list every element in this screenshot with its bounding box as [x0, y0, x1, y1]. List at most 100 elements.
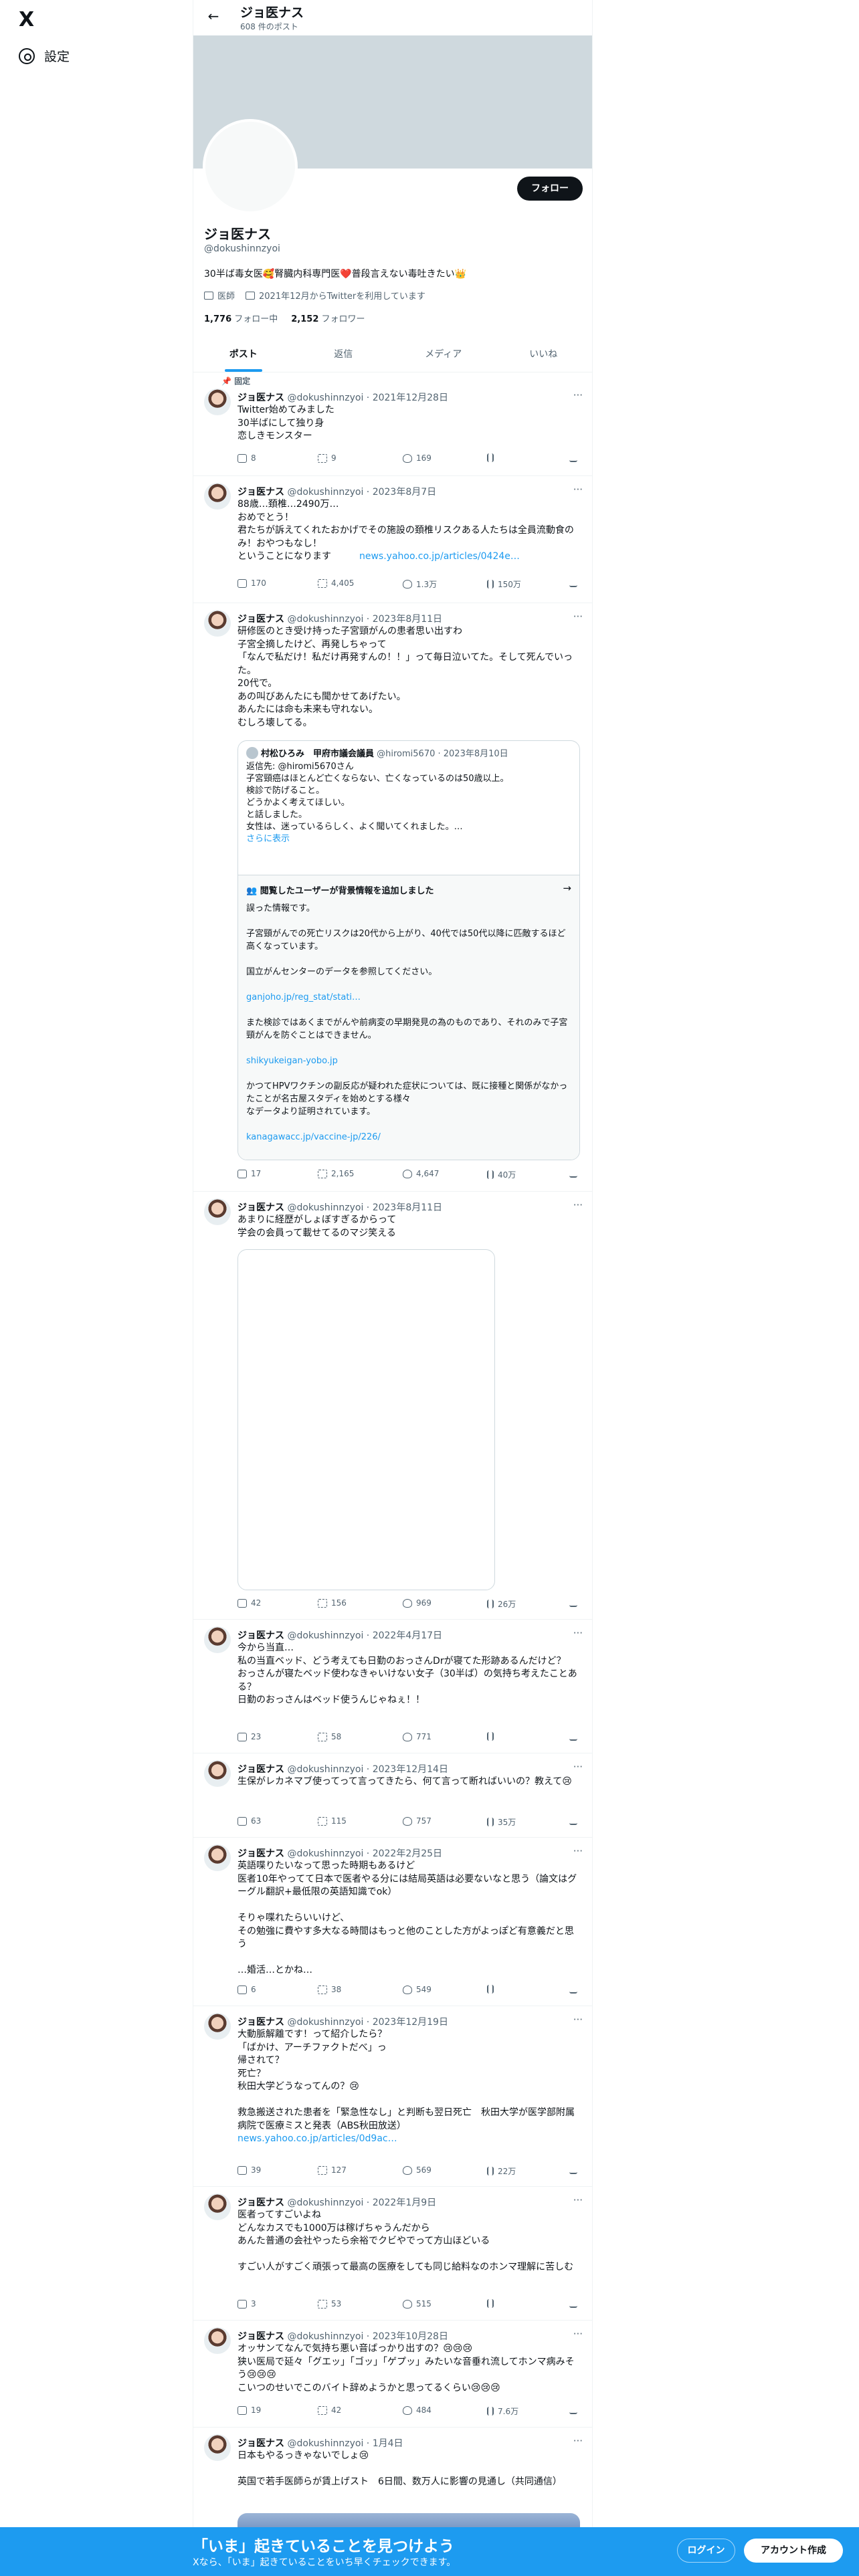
views-button[interactable]: [487, 1985, 498, 1994]
views-button[interactable]: 7.6万: [487, 2405, 518, 2417]
settings-nav-item[interactable]: 設定: [19, 47, 70, 65]
views-button[interactable]: [487, 2299, 498, 2308]
more-options-icon[interactable]: ···: [573, 1199, 583, 1211]
like-button[interactable]: 4,647: [403, 1169, 439, 1178]
tweet-meta[interactable]: @dokushinnzyoi · 1月4日: [284, 2438, 403, 2449]
reply-button[interactable]: 8: [237, 453, 256, 463]
tweet-author[interactable]: ジョ医ナス: [237, 2017, 284, 2028]
tweet-meta[interactable]: @dokushinnzyoi · 2023年10月28日: [284, 2331, 448, 2342]
tweet[interactable]: ジョ医ナス @dokushinnzyoi · 2023年10月28日 ··· オ…: [193, 2321, 592, 2428]
tweet[interactable]: ジョ医ナス @dokushinnzyoi · 2023年8月11日 ··· 研修…: [193, 603, 592, 1192]
retweet-button[interactable]: 127: [318, 2165, 347, 2175]
tweet-meta[interactable]: @dokushinnzyoi · 2022年2月25日: [284, 1848, 442, 1859]
retweet-button[interactable]: 53: [318, 2299, 341, 2309]
profile-avatar[interactable]: [203, 119, 298, 214]
avatar[interactable]: [204, 389, 231, 415]
like-button[interactable]: 549: [403, 1985, 432, 1994]
views-button[interactable]: 40万: [487, 1169, 516, 1180]
avatar[interactable]: [204, 1198, 231, 1225]
avatar[interactable]: [204, 1626, 231, 1653]
more-options-icon[interactable]: ···: [573, 1845, 583, 1857]
like-button[interactable]: 771: [403, 1732, 432, 1741]
reply-button[interactable]: 170: [237, 578, 266, 588]
retweet-button[interactable]: 115: [318, 1816, 347, 1826]
avatar[interactable]: [204, 1844, 231, 1871]
tweet-link[interactable]: news.yahoo.co.jp/articles/0d9ac…: [237, 2133, 397, 2144]
views-button[interactable]: 150万: [487, 578, 521, 590]
like-button[interactable]: 484: [403, 2405, 432, 2415]
share-button[interactable]: [569, 1169, 577, 1178]
tweet[interactable]: ジョ医ナス @dokushinnzyoi · 2022年4月17日 ··· 今か…: [193, 1620, 592, 1753]
tweet-author[interactable]: ジョ医ナス: [237, 2438, 284, 2449]
tweet-meta[interactable]: @dokushinnzyoi · 2023年12月14日: [284, 1764, 448, 1775]
note-link-3[interactable]: kanagawacc.jp/vaccine-jp/226/: [246, 1132, 381, 1142]
reply-button[interactable]: 3: [237, 2299, 256, 2309]
tweet[interactable]: ジョ医ナス @dokushinnzyoi · 2023年12月14日 ··· 生…: [193, 1753, 592, 1838]
share-button[interactable]: [569, 1816, 577, 1825]
like-button[interactable]: 757: [403, 1816, 432, 1826]
share-button[interactable]: [569, 2165, 577, 2174]
reply-button[interactable]: 17: [237, 1169, 261, 1178]
views-button[interactable]: [487, 453, 498, 462]
more-options-icon[interactable]: ···: [573, 2328, 583, 2340]
share-button[interactable]: [569, 1598, 577, 1607]
tweet-meta[interactable]: @dokushinnzyoi · 2022年1月9日: [284, 2197, 436, 2208]
share-button[interactable]: [569, 2405, 577, 2414]
tweet-author[interactable]: ジョ医ナス: [237, 487, 284, 498]
tab-likes[interactable]: いいね: [494, 337, 593, 372]
avatar[interactable]: [204, 1760, 231, 1787]
share-button[interactable]: [569, 453, 577, 462]
more-options-icon[interactable]: ···: [573, 389, 583, 401]
share-button[interactable]: [569, 1985, 577, 1994]
more-options-icon[interactable]: ···: [573, 2435, 583, 2447]
note-link-1[interactable]: ganjoho.jp/reg_stat/stati…: [246, 992, 361, 1002]
like-button[interactable]: 515: [403, 2299, 432, 2309]
more-options-icon[interactable]: ···: [573, 611, 583, 623]
avatar[interactable]: [204, 610, 231, 637]
reply-button[interactable]: 19: [237, 2405, 261, 2415]
share-button[interactable]: [569, 1732, 577, 1741]
retweet-button[interactable]: 42: [318, 2405, 341, 2415]
note-link-2[interactable]: shikyukeigan-yobo.jp: [246, 1056, 338, 1066]
views-button[interactable]: 22万: [487, 2165, 516, 2177]
views-button[interactable]: 35万: [487, 1816, 516, 1828]
tab-posts[interactable]: ポスト: [193, 337, 294, 372]
login-button[interactable]: ログイン: [677, 2539, 735, 2563]
like-button[interactable]: 169: [403, 453, 432, 463]
more-options-icon[interactable]: ···: [573, 2194, 583, 2206]
tweet[interactable]: ジョ医ナス @dokushinnzyoi · 2023年12月19日 ··· 大…: [193, 2006, 592, 2187]
tweet-link[interactable]: news.yahoo.co.jp/articles/0424e…: [359, 551, 520, 562]
tweet[interactable]: ジョ医ナス @dokushinnzyoi · 2023年8月7日 ··· 88歳…: [193, 476, 592, 603]
views-button[interactable]: [487, 1732, 498, 1741]
retweet-button[interactable]: 9: [318, 453, 337, 463]
retweet-button[interactable]: 38: [318, 1985, 341, 1994]
tweet-meta[interactable]: @dokushinnzyoi · 2021年12月28日: [284, 393, 448, 403]
tweet[interactable]: 📌 固定 ジョ医ナス @dokushinnzyoi · 2021年12月28日 …: [193, 372, 592, 476]
signup-button[interactable]: アカウント作成: [744, 2539, 843, 2563]
tweet-author[interactable]: ジョ医ナス: [237, 1848, 284, 1859]
show-more-link[interactable]: さらに表示: [246, 834, 290, 844]
tweet-author[interactable]: ジョ医ナス: [237, 614, 284, 625]
retweet-button[interactable]: 156: [318, 1598, 347, 1608]
tweet-meta[interactable]: @dokushinnzyoi · 2022年4月17日: [284, 1630, 442, 1641]
like-button[interactable]: 1.3万: [403, 578, 437, 590]
more-options-icon[interactable]: ···: [573, 1627, 583, 1639]
more-options-icon[interactable]: ···: [573, 484, 583, 496]
tweet[interactable]: ジョ医ナス @dokushinnzyoi · 2022年1月9日 ··· 医者っ…: [193, 2187, 592, 2321]
share-button[interactable]: [569, 2299, 577, 2308]
tab-media[interactable]: メディア: [393, 337, 494, 372]
back-arrow-icon[interactable]: ←: [204, 8, 223, 24]
follow-button[interactable]: フォロー: [517, 177, 583, 201]
reply-button[interactable]: 6: [237, 1985, 256, 1994]
avatar[interactable]: [204, 2327, 231, 2354]
views-button[interactable]: 26万: [487, 1598, 516, 1610]
reply-button[interactable]: 42: [237, 1598, 261, 1608]
following-link[interactable]: 1,776 フォロー中: [204, 312, 278, 324]
tweet-meta[interactable]: @dokushinnzyoi · 2023年8月11日: [284, 1202, 442, 1213]
tweet-author[interactable]: ジョ医ナス: [237, 2331, 284, 2342]
more-options-icon[interactable]: ···: [573, 2014, 583, 2026]
retweet-button[interactable]: 58: [318, 1732, 341, 1741]
tweet-author[interactable]: ジョ医ナス: [237, 1202, 284, 1213]
arrow-right-icon[interactable]: →: [563, 882, 571, 894]
like-button[interactable]: 969: [403, 1598, 432, 1608]
